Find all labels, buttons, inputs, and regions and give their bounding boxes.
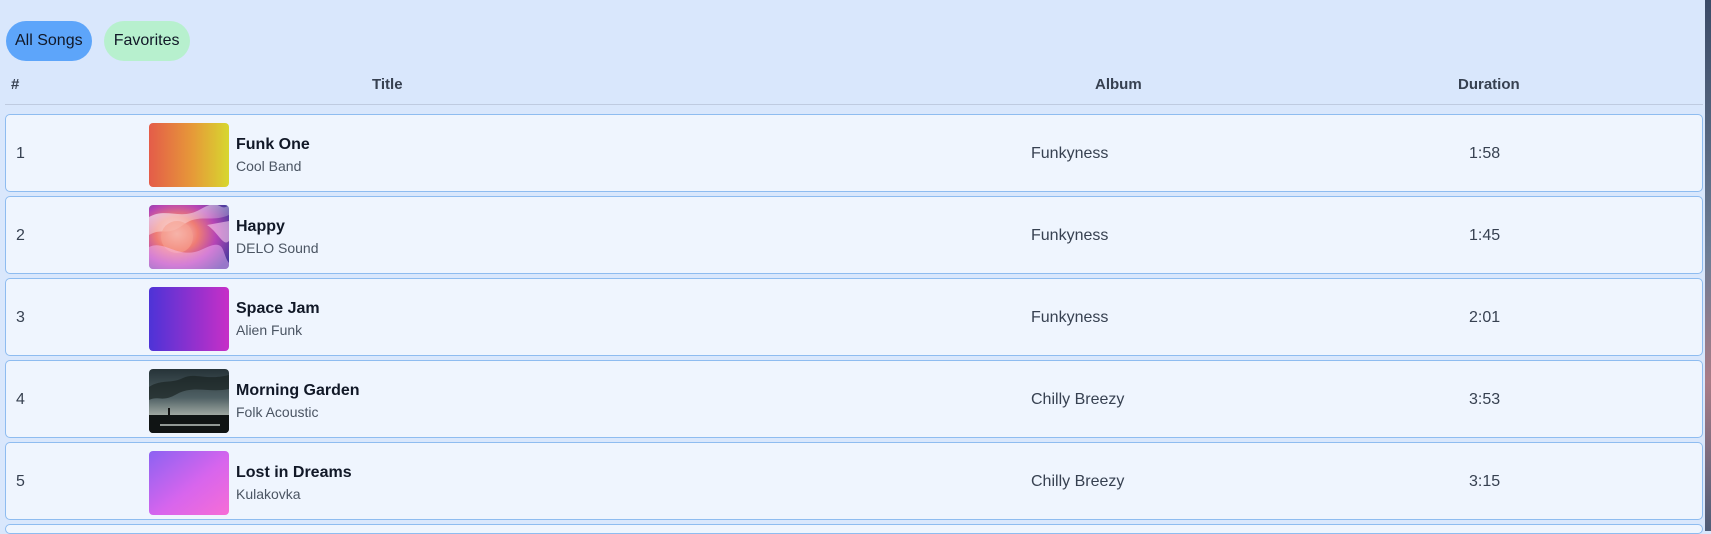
song-number: 5 bbox=[16, 473, 25, 490]
song-duration: 3:53 bbox=[1469, 391, 1501, 408]
album-column-header[interactable]: Album bbox=[1095, 76, 1142, 93]
song-number: 4 bbox=[16, 391, 25, 408]
song-album: Funkyness bbox=[1031, 309, 1109, 326]
song-album: Funkyness bbox=[1031, 227, 1109, 244]
song-title: Funk One bbox=[236, 136, 310, 153]
song-number: 3 bbox=[16, 309, 25, 326]
song-row-happy[interactable]: 2 Happy DELO Sound Funkyness 1:45 bbox=[5, 196, 1703, 274]
album-cover-image bbox=[149, 451, 229, 515]
song-title: Lost in Dreams bbox=[236, 464, 352, 481]
song-album: Chilly Breezy bbox=[1031, 473, 1125, 490]
background-window-edge bbox=[1705, 0, 1711, 531]
song-duration: 1:45 bbox=[1469, 227, 1501, 244]
album-cover-image bbox=[149, 287, 229, 351]
song-duration: 1:58 bbox=[1469, 145, 1501, 162]
song-duration: 2:01 bbox=[1469, 309, 1501, 326]
song-title: Happy bbox=[236, 218, 285, 235]
favorites-tab[interactable]: Favorites bbox=[103, 21, 190, 61]
album-cover-image bbox=[149, 369, 229, 433]
album-cover-image bbox=[149, 205, 229, 269]
song-title: Space Jam bbox=[236, 300, 320, 317]
song-title: Morning Garden bbox=[236, 382, 360, 399]
title-column-header[interactable]: Title bbox=[372, 76, 403, 93]
album-cover-image bbox=[149, 123, 229, 187]
song-album: Chilly Breezy bbox=[1031, 391, 1125, 408]
all-songs-tab[interactable]: All Songs bbox=[6, 21, 92, 61]
song-row-morning-garden[interactable]: 4 Morning Garden Folk Acoustic Chilly Br… bbox=[5, 360, 1703, 438]
song-artist: Alien Funk bbox=[236, 322, 303, 338]
song-artist: DELO Sound bbox=[236, 240, 319, 256]
library-tabs: All Songs Favorites bbox=[6, 21, 190, 61]
number-column-header: # bbox=[11, 76, 20, 93]
song-artist: Cool Band bbox=[236, 158, 302, 174]
duration-column-header[interactable]: Duration bbox=[1458, 76, 1520, 93]
song-row-space-jam[interactable]: 3 Space Jam Alien Funk Funkyness 2:01 bbox=[5, 278, 1703, 356]
song-artist: Kulakovka bbox=[236, 486, 301, 502]
song-list: 1 Funk One Cool Band Funkyness 1:58 2 Ha… bbox=[5, 114, 1703, 524]
song-number: 2 bbox=[16, 227, 25, 244]
song-duration: 3:15 bbox=[1469, 473, 1501, 490]
next-song-row-partial[interactable] bbox=[5, 524, 1703, 534]
song-artist: Folk Acoustic bbox=[236, 404, 319, 420]
song-table-header: # Title Album Duration bbox=[5, 64, 1703, 105]
music-library-app: All Songs Favorites # Title Album Durati… bbox=[0, 0, 1705, 534]
song-row-funk-one[interactable]: 1 Funk One Cool Band Funkyness 1:58 bbox=[5, 114, 1703, 192]
song-row-lost-in-dreams[interactable]: 5 Lost in Dreams Kulakovka Chilly Breezy bbox=[5, 442, 1703, 520]
song-number: 1 bbox=[16, 145, 25, 162]
song-album: Funkyness bbox=[1031, 145, 1109, 162]
